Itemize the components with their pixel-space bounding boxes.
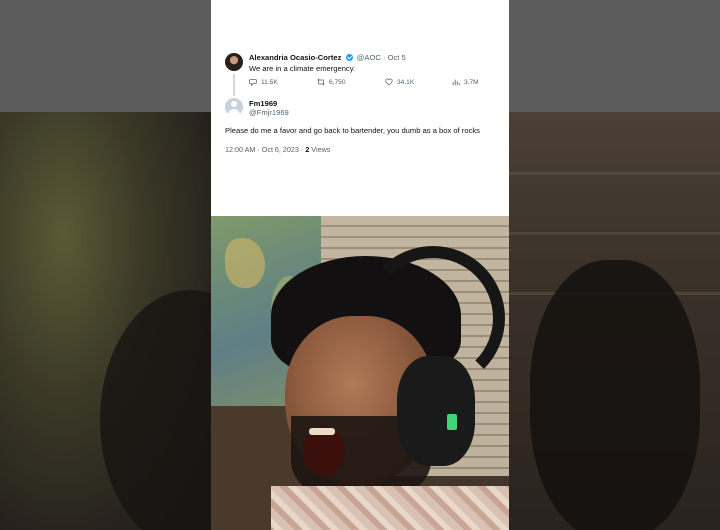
reply-timestamp[interactable]: 12:00 AM · Oct 6, 2023 · — [225, 145, 305, 154]
headset-logo-icon — [447, 414, 457, 430]
background-top-left — [0, 0, 211, 112]
plaid-shirt — [271, 486, 509, 530]
short-video-frame[interactable]: Alexandria Ocasio-Cortez @AOC · Oct 5 We… — [211, 0, 509, 530]
reply-timestamp-views: 12:00 AM · Oct 6, 2023 · 2 Views — [225, 145, 330, 154]
reply-button[interactable]: 11.5K — [249, 78, 278, 86]
thread-connector-line — [233, 74, 235, 96]
quoted-author-name[interactable]: Alexandria Ocasio-Cortez — [249, 53, 341, 62]
retweet-count: 6,750 — [329, 78, 346, 86]
tweet-screenshot-card: Alexandria Ocasio-Cortez @AOC · Oct 5 We… — [211, 0, 509, 216]
views-count: 3.7M — [464, 78, 479, 86]
tweet-action-bar: 11.5K 6,750 34.1K 3.7M — [249, 78, 489, 88]
reply-author-name[interactable]: Fm1969 — [249, 99, 277, 108]
person-teeth — [309, 428, 335, 435]
reply-count: 11.5K — [261, 78, 278, 86]
reply-icon — [249, 79, 257, 86]
background-top-right — [509, 0, 720, 112]
reply-handle[interactable]: @Fmjr1969 — [249, 108, 289, 117]
retweet-button[interactable]: 6,750 — [317, 78, 346, 86]
background-blind-slat — [509, 172, 720, 175]
like-button[interactable]: 34.1K — [385, 78, 414, 86]
background-blind-slat — [509, 232, 720, 235]
like-count: 34.1K — [397, 78, 415, 86]
views-icon — [452, 79, 460, 86]
reaction-video[interactable] — [211, 216, 509, 530]
aoc-avatar[interactable] — [225, 53, 243, 71]
verified-badge-icon — [345, 54, 353, 61]
like-icon — [385, 78, 393, 86]
views-button[interactable]: 3.7M — [452, 78, 479, 86]
quoted-tweet-text: We are in a climate emergency. — [249, 64, 356, 73]
quoted-handle-date[interactable]: @AOC · Oct 5 — [357, 53, 406, 62]
default-avatar-icon[interactable] — [225, 98, 243, 116]
quoted-tweet-header: Alexandria Ocasio-Cortez @AOC · Oct 5 — [249, 53, 406, 62]
reply-tweet-text: Please do me a favor and go back to bart… — [225, 126, 480, 135]
headset-earcup — [397, 356, 475, 466]
background-silhouette-right — [530, 260, 700, 530]
reply-views-label: Views — [309, 145, 331, 154]
retweet-icon — [317, 78, 325, 86]
